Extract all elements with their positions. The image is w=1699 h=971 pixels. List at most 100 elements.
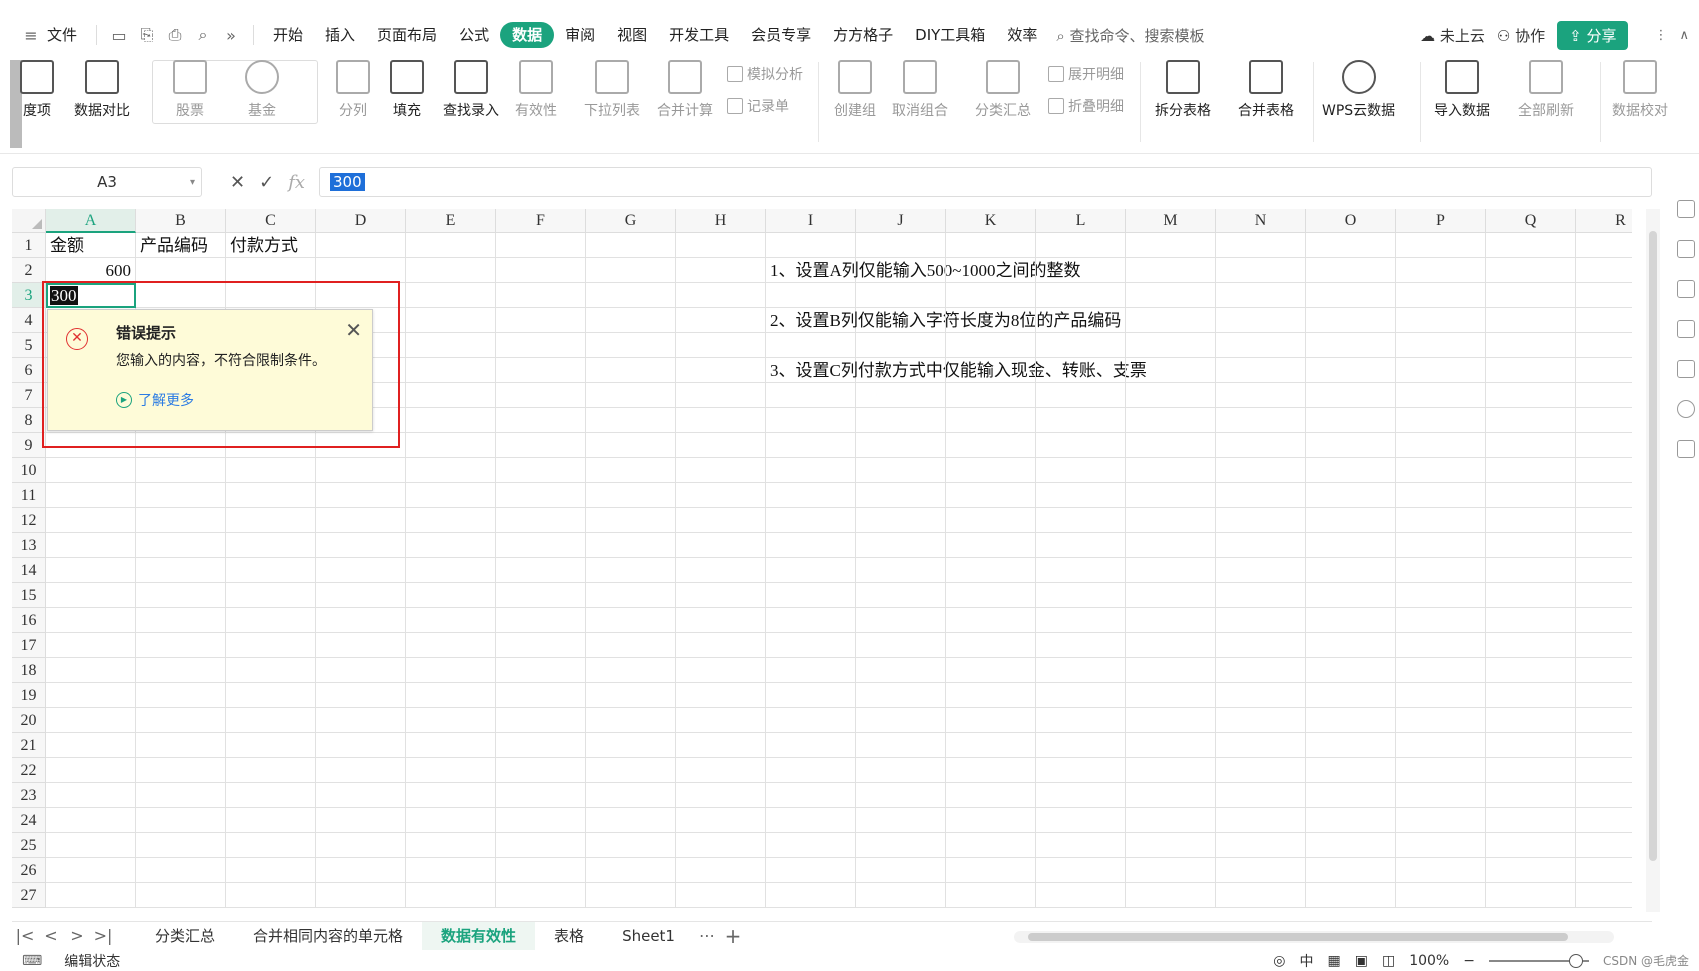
cell-h6[interactable] <box>676 358 766 383</box>
cell-o17[interactable] <box>1306 633 1396 658</box>
tab-ffgz[interactable]: 方方格子 <box>822 22 904 48</box>
cell-l11[interactable] <box>1036 483 1126 508</box>
cell-n11[interactable] <box>1216 483 1306 508</box>
cell-n21[interactable] <box>1216 733 1306 758</box>
cell-r18[interactable] <box>1576 658 1632 683</box>
ungroup-button[interactable]: 取消组合 <box>892 60 948 120</box>
stock-button[interactable]: 股票 <box>173 60 207 120</box>
cell-j15[interactable] <box>856 583 946 608</box>
cell-h1[interactable] <box>676 233 766 258</box>
cell-b26[interactable] <box>136 858 226 883</box>
cell-f21[interactable] <box>496 733 586 758</box>
zoom-slider[interactable] <box>1488 953 1589 968</box>
cell-m11[interactable] <box>1126 483 1216 508</box>
cell-g22[interactable] <box>586 758 676 783</box>
cell-p8[interactable] <box>1396 408 1486 433</box>
cell-m7[interactable] <box>1126 383 1216 408</box>
cell-j7[interactable] <box>856 383 946 408</box>
cell-g1[interactable] <box>586 233 676 258</box>
cell-l4[interactable] <box>1036 308 1126 333</box>
cell-i4[interactable]: 2、设置B列仅能输入字符长度为8位的产品编码 <box>766 308 1121 333</box>
cell-a27[interactable] <box>46 883 136 908</box>
subtotal-button[interactable]: 分类汇总 <box>975 60 1031 120</box>
cell-j10[interactable] <box>856 458 946 483</box>
image-icon[interactable] <box>1676 360 1695 378</box>
cell-o2[interactable] <box>1306 258 1396 283</box>
cell-n2[interactable] <box>1216 258 1306 283</box>
cell-c20[interactable] <box>226 708 316 733</box>
cell-e2[interactable] <box>406 258 496 283</box>
column-header[interactable]: I <box>766 209 856 233</box>
cell-q6[interactable] <box>1486 358 1576 383</box>
cell-e10[interactable] <box>406 458 496 483</box>
cell-a23[interactable] <box>46 783 136 808</box>
row-header[interactable]: 1 <box>12 233 46 258</box>
add-sheet-icon[interactable]: + <box>720 924 746 948</box>
column-header[interactable]: C <box>226 209 316 233</box>
close-icon[interactable]: ✕ <box>345 318 362 342</box>
cell-i16[interactable] <box>766 608 856 633</box>
cell-g14[interactable] <box>586 558 676 583</box>
cell-d20[interactable] <box>316 708 406 733</box>
cell-b20[interactable] <box>136 708 226 733</box>
cell-d16[interactable] <box>316 608 406 633</box>
cell-r21[interactable] <box>1576 733 1632 758</box>
cell-i2[interactable]: 1、设置A列仅能输入500~1000之间的整数 <box>766 258 1080 283</box>
cell-f20[interactable] <box>496 708 586 733</box>
cell-d14[interactable] <box>316 558 406 583</box>
cell-q23[interactable] <box>1486 783 1576 808</box>
cell-j4[interactable] <box>856 308 946 333</box>
cell-q24[interactable] <box>1486 808 1576 833</box>
row-header[interactable]: 25 <box>12 833 46 858</box>
cell-b1[interactable]: 产品编码 <box>136 233 226 258</box>
cell-f5[interactable] <box>496 333 586 358</box>
cell-k24[interactable] <box>946 808 1036 833</box>
cell-r17[interactable] <box>1576 633 1632 658</box>
cell-r14[interactable] <box>1576 558 1632 583</box>
cell-e6[interactable] <box>406 358 496 383</box>
cell-p2[interactable] <box>1396 258 1486 283</box>
cell-e27[interactable] <box>406 883 496 908</box>
lookup-entry-button[interactable]: 查找录入 <box>443 60 499 120</box>
cell-p13[interactable] <box>1396 533 1486 558</box>
cell-l15[interactable] <box>1036 583 1126 608</box>
cell-j1[interactable] <box>856 233 946 258</box>
cell-n5[interactable] <box>1216 333 1306 358</box>
cell-d22[interactable] <box>316 758 406 783</box>
cell-k19[interactable] <box>946 683 1036 708</box>
cell-l17[interactable] <box>1036 633 1126 658</box>
cell-r23[interactable] <box>1576 783 1632 808</box>
row-header[interactable]: 11 <box>12 483 46 508</box>
cell-q15[interactable] <box>1486 583 1576 608</box>
cell-o18[interactable] <box>1306 658 1396 683</box>
cell-a26[interactable] <box>46 858 136 883</box>
cell-c19[interactable] <box>226 683 316 708</box>
cell-f18[interactable] <box>496 658 586 683</box>
more-icon[interactable]: » <box>220 24 242 46</box>
cell-p14[interactable] <box>1396 558 1486 583</box>
cell-f14[interactable] <box>496 558 586 583</box>
cell-n27[interactable] <box>1216 883 1306 908</box>
cell-f25[interactable] <box>496 833 586 858</box>
cell-d17[interactable] <box>316 633 406 658</box>
cell-r4[interactable] <box>1576 308 1632 333</box>
cell-a22[interactable] <box>46 758 136 783</box>
cell-e25[interactable] <box>406 833 496 858</box>
cell-c1[interactable]: 付款方式 <box>226 233 316 258</box>
cell-a14[interactable] <box>46 558 136 583</box>
cell-p21[interactable] <box>1396 733 1486 758</box>
cell-p24[interactable] <box>1396 808 1486 833</box>
prev-sheet-icon[interactable]: < <box>38 926 64 945</box>
cell-p25[interactable] <box>1396 833 1486 858</box>
cell-q22[interactable] <box>1486 758 1576 783</box>
zoom-knob[interactable] <box>1568 953 1583 968</box>
cell-g5[interactable] <box>586 333 676 358</box>
row-header[interactable]: 13 <box>12 533 46 558</box>
cell-o11[interactable] <box>1306 483 1396 508</box>
cell-h13[interactable] <box>676 533 766 558</box>
sheet-tab[interactable]: 分类汇总 <box>136 922 234 950</box>
cell-i11[interactable] <box>766 483 856 508</box>
eye-protect-icon[interactable]: ◎ <box>1273 953 1285 969</box>
cell-m16[interactable] <box>1126 608 1216 633</box>
page-layout-view-icon[interactable]: ▣ <box>1355 953 1368 969</box>
